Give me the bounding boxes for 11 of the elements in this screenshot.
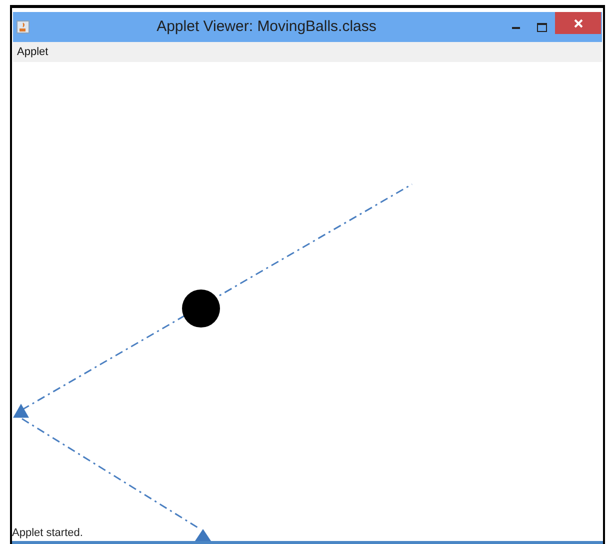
close-icon [574,18,582,28]
close-button[interactable] [555,12,601,34]
maximize-icon [537,22,547,32]
triangle-marker [13,404,29,418]
menu-item[interactable]: Applet [13,44,52,60]
ball [182,289,220,328]
window-title: Applet Viewer: MovingBalls.class [156,16,378,37]
java-cup-icon [16,20,30,34]
triangle-marker [195,528,211,541]
status-text: Applet started. [12,526,83,540]
minimize-icon [512,26,520,28]
